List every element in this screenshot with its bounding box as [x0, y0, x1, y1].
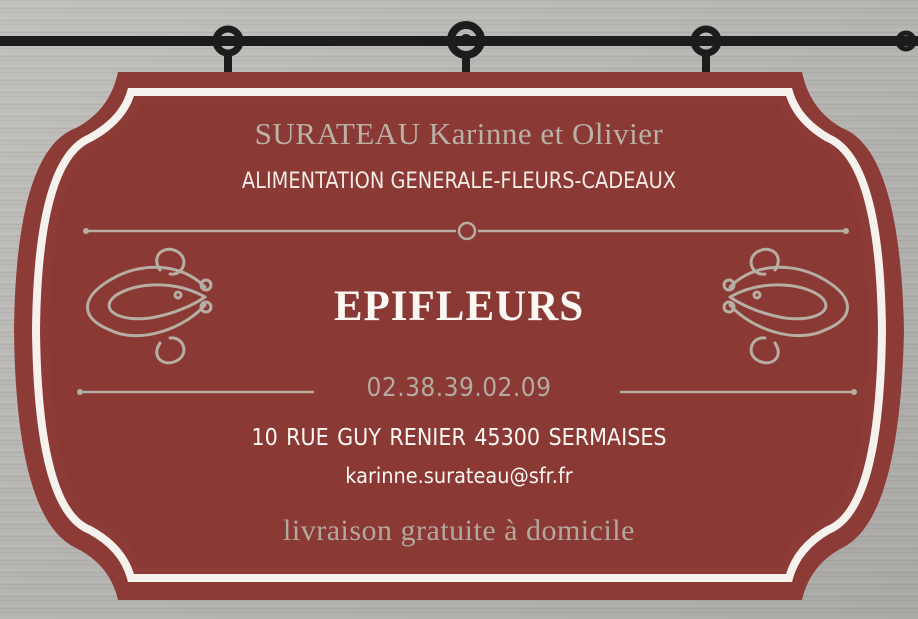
shop-name: EPIFLEURS	[333, 283, 585, 330]
street-address: 10 RUE GUY RENIER 45300 SERMAISES	[251, 425, 667, 451]
delivery-note: livraison gratuite à domicile	[283, 514, 635, 547]
email-address: karinne.surateau@sfr.fr	[345, 464, 573, 488]
business-activity: ALIMENTATION GENERALE-FLEURS-CADEAUX	[241, 169, 677, 194]
phone-number: 02.38.39.02.09	[366, 373, 552, 403]
owners-name: SURATEAU Karinne et Olivier	[254, 116, 664, 151]
